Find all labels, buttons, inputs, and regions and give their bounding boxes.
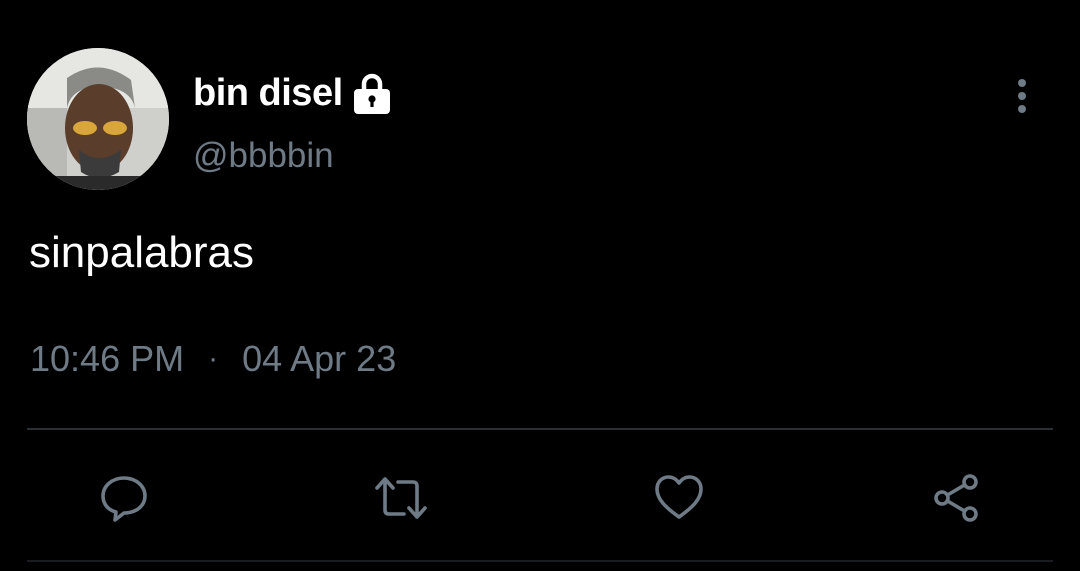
reply-button[interactable] bbox=[94, 468, 154, 528]
tweet-text: sinpalabras bbox=[29, 228, 255, 277]
like-icon bbox=[655, 475, 703, 519]
tweet-date: 04 Apr 23 bbox=[242, 338, 397, 379]
share-icon bbox=[934, 474, 978, 522]
avatar[interactable] bbox=[27, 48, 169, 190]
lock-icon bbox=[349, 70, 395, 116]
reply-icon bbox=[101, 476, 147, 522]
author-handle[interactable]: @bbbbin bbox=[193, 136, 334, 176]
share-button[interactable] bbox=[926, 468, 986, 528]
divider-bottom bbox=[27, 560, 1053, 562]
like-button[interactable] bbox=[649, 468, 709, 528]
author-name-row[interactable]: bin disel bbox=[193, 66, 395, 120]
retweet-icon bbox=[375, 477, 427, 519]
display-name[interactable]: bin disel bbox=[193, 72, 343, 115]
more-vertical-icon[interactable] bbox=[1006, 74, 1038, 120]
tweet-timestamp: 10:46 PM · 04 Apr 23 bbox=[30, 338, 396, 380]
meta-separator: · bbox=[208, 342, 219, 375]
avatar-photo bbox=[27, 48, 169, 190]
retweet-button[interactable] bbox=[371, 468, 431, 528]
divider bbox=[27, 428, 1053, 430]
tweet-card: bin disel @bbbbin sinpalabras 10:46 PM ·… bbox=[0, 0, 1080, 571]
tweet-time: 10:46 PM bbox=[30, 338, 185, 379]
